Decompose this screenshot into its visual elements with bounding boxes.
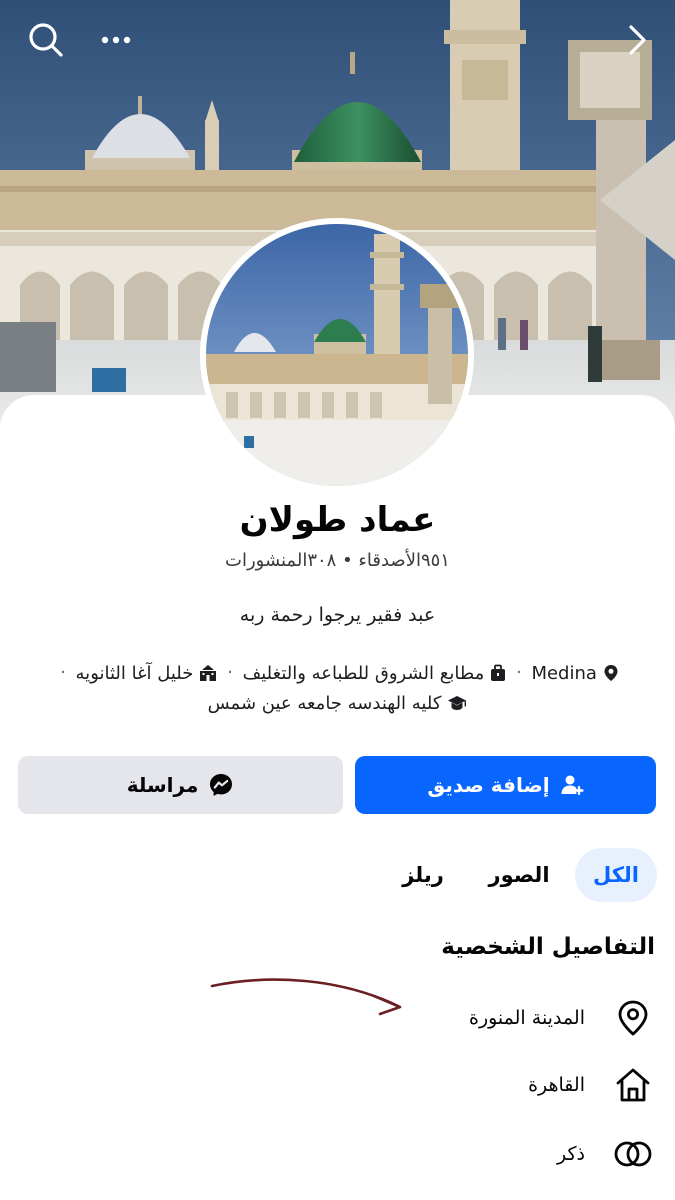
message-label: مراسلة [126,773,199,797]
tab-photos[interactable]: الصور [474,848,564,902]
add-friend-label: إضافة صديق [427,773,550,797]
location-pin-icon [613,998,653,1038]
meta-school-text: خليل آغا الثانويه [75,662,194,684]
detail-row-hometown[interactable]: المدينة المنورة [469,994,653,1042]
add-friend-button[interactable]: إضافة صديق [355,756,656,814]
meta-separator: · [515,662,522,683]
profile-name: عماد طولان [239,500,436,540]
tab-reels[interactable]: ريلز [378,848,468,902]
profile-meta-line-2: كليه الهندسه جامعه عين شمس [0,692,675,714]
profile-stats[interactable]: ٩٥١الأصدقاء • ٣٠٨المنشورات [0,550,675,571]
briefcase-icon [491,664,506,681]
message-button[interactable]: مراسلة [18,756,343,814]
more-options-button[interactable] [94,18,138,62]
tab-all[interactable]: الكل [575,848,657,902]
meta-school[interactable]: خليل آغا الثانويه [76,663,218,684]
messenger-icon [210,774,233,796]
profile-meta-line: Medina · مطابع الشروق للطباعه والتغليف ·… [0,662,675,684]
detail-row-current-city[interactable]: القاهرة [528,1061,653,1109]
search-button[interactable] [24,18,68,62]
meta-college-text: كليه الهندسه جامعه عين شمس [207,692,442,714]
avatar-image [206,224,468,486]
forward-button[interactable] [615,18,659,62]
chevron-right-icon [629,25,646,55]
location-pin-icon [604,665,618,681]
detail-text: القاهرة [528,1074,585,1096]
profile-avatar[interactable] [200,218,474,492]
meta-location[interactable]: Medina [531,663,618,684]
annotation-arrow [210,978,402,1016]
meta-separator: · [227,662,233,683]
profile-bio: عبد فقير يرجوا رحمة ربه [239,604,436,626]
detail-row-gender[interactable]: ذكر [557,1130,653,1178]
school-icon [200,665,217,681]
more-horizontal-icon [101,36,131,44]
meta-separator: · [60,662,66,683]
home-icon [613,1065,653,1105]
meta-work[interactable]: مطابع الشروق للطباعه والتغليف [243,663,507,684]
meta-location-text: Medina [531,662,597,684]
graduation-cap-icon [448,696,467,710]
search-icon [29,23,63,57]
gender-icon [613,1134,653,1174]
add-friend-icon [561,775,584,795]
meta-work-text: مطابع الشروق للطباعه والتغليف [242,662,485,684]
details-section-title: التفاصيل الشخصية [441,934,655,960]
detail-text: المدينة المنورة [468,1007,585,1029]
meta-college[interactable]: كليه الهندسه جامعه عين شمس [208,693,468,714]
detail-text: ذكر [557,1143,585,1165]
